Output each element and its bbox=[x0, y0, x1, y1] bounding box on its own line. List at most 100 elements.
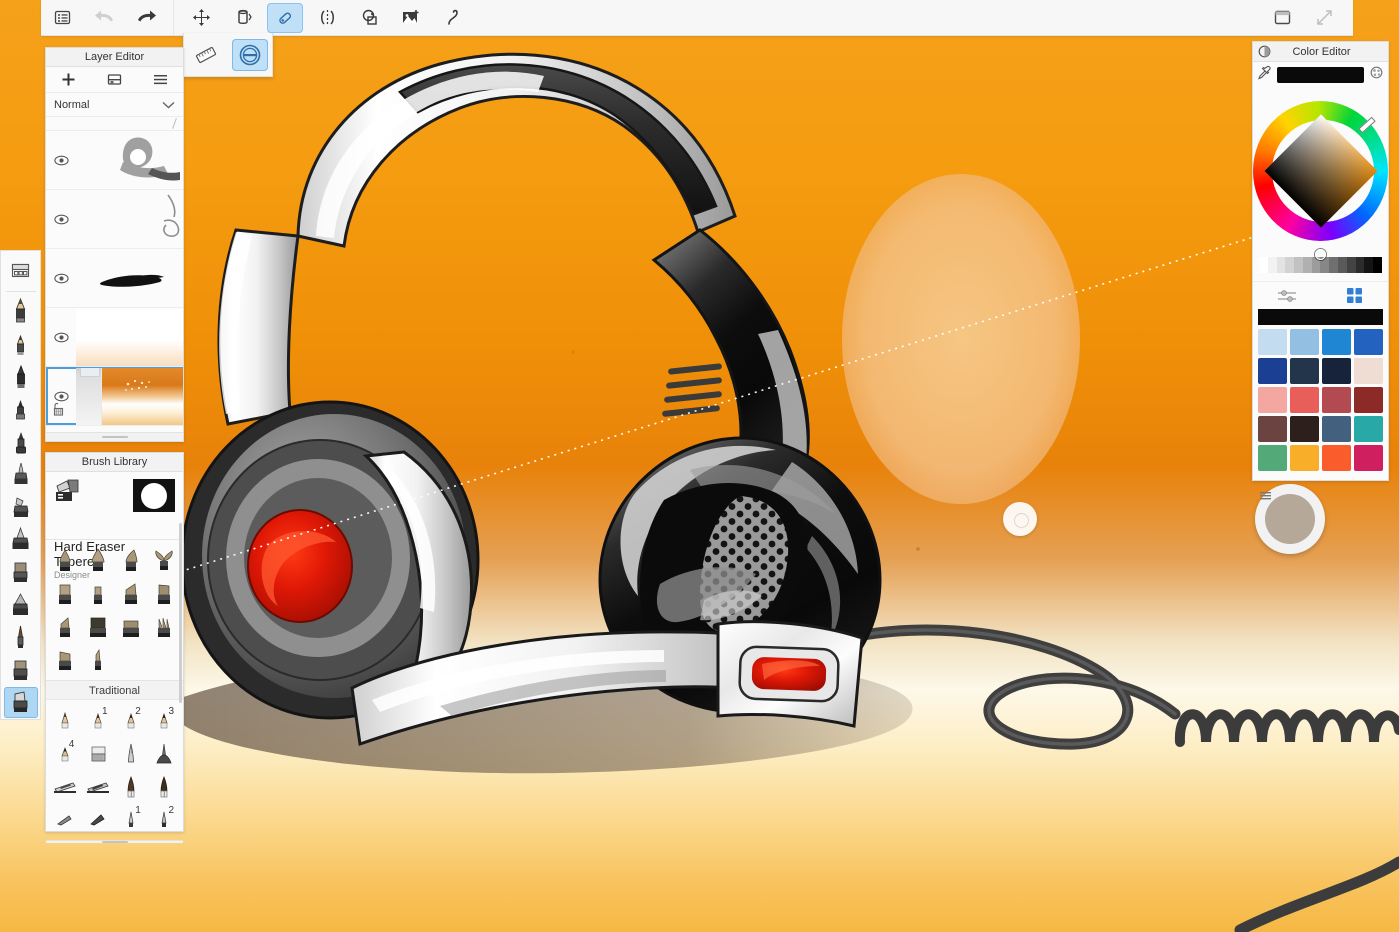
blender-stump[interactable] bbox=[115, 737, 148, 770]
undo-icon[interactable] bbox=[86, 3, 122, 33]
pencil-4[interactable]: 4 bbox=[48, 737, 81, 770]
tool-blender[interactable] bbox=[4, 621, 38, 653]
image-import-icon[interactable] bbox=[393, 3, 429, 33]
palette-header-bar[interactable] bbox=[1258, 309, 1383, 325]
pencil-2[interactable]: 2 bbox=[115, 704, 148, 737]
pencil-1[interactable]: 1 bbox=[81, 704, 114, 737]
brush-chisel[interactable] bbox=[48, 643, 81, 676]
layer-visibility-icon[interactable] bbox=[46, 391, 76, 402]
fullscreen-icon[interactable] bbox=[1306, 3, 1342, 33]
sv-handle[interactable] bbox=[1315, 249, 1326, 260]
color-wheel[interactable] bbox=[1253, 88, 1388, 260]
layer-row[interactable] bbox=[46, 190, 183, 249]
eyedropper-icon[interactable] bbox=[1257, 65, 1272, 85]
palette-swatch[interactable] bbox=[1354, 387, 1383, 413]
layer-visibility-icon[interactable] bbox=[46, 273, 76, 284]
layer-visibility-icon[interactable] bbox=[46, 155, 76, 166]
palette-swatch[interactable] bbox=[1322, 358, 1351, 384]
color-mode-icon[interactable] bbox=[1253, 45, 1275, 58]
charcoal-stick-2[interactable] bbox=[81, 770, 114, 803]
brush-flat-1[interactable] bbox=[48, 577, 81, 610]
eraser-block[interactable] bbox=[81, 737, 114, 770]
palette-swatch[interactable] bbox=[1290, 358, 1319, 384]
redo-icon[interactable] bbox=[128, 3, 164, 33]
brush-fan-1[interactable] bbox=[148, 544, 181, 577]
brush-bristle-2[interactable] bbox=[81, 544, 114, 577]
brush-bristle-3[interactable] bbox=[115, 544, 148, 577]
palette-swatch[interactable] bbox=[1290, 416, 1319, 442]
palette-swatch[interactable] bbox=[1290, 387, 1319, 413]
palette-swatch[interactable] bbox=[1354, 445, 1383, 471]
wedge-1[interactable] bbox=[48, 803, 81, 836]
layer-row[interactable] bbox=[46, 367, 183, 426]
tool-fan-brush[interactable] bbox=[4, 589, 38, 621]
marker-chisel[interactable] bbox=[148, 770, 181, 803]
tool-pencil[interactable] bbox=[4, 296, 38, 328]
brush-flat-worn[interactable] bbox=[115, 610, 148, 643]
palette-swatch[interactable] bbox=[1258, 416, 1287, 442]
blend-mode-dropdown[interactable]: Normal bbox=[46, 93, 183, 117]
panel-layout-icon[interactable] bbox=[1264, 3, 1300, 33]
layer-visibility-icon[interactable] bbox=[46, 214, 76, 225]
tool-pencil-soft[interactable] bbox=[4, 328, 38, 360]
palette-swatch[interactable] bbox=[1290, 329, 1319, 355]
palette-swatch[interactable] bbox=[1354, 358, 1383, 384]
layer-panel-resize-grip[interactable] bbox=[46, 432, 183, 441]
brush-round-1[interactable] bbox=[81, 577, 114, 610]
marker-round[interactable] bbox=[115, 770, 148, 803]
pencil-3[interactable]: 3 bbox=[148, 704, 181, 737]
brush-grid-icon[interactable] bbox=[4, 255, 38, 287]
brush-split[interactable] bbox=[148, 610, 181, 643]
brush-bristle-1[interactable] bbox=[48, 544, 81, 577]
palette-swatch[interactable] bbox=[1322, 416, 1351, 442]
palette-swatch[interactable] bbox=[1322, 329, 1351, 355]
tool-watercolor[interactable] bbox=[4, 524, 38, 556]
brush-angled-1[interactable] bbox=[115, 577, 148, 610]
brush-section-traditional[interactable]: Traditional bbox=[46, 680, 183, 700]
palette-swatch[interactable] bbox=[1258, 329, 1287, 355]
layer-row[interactable] bbox=[46, 131, 183, 190]
curve-icon[interactable] bbox=[435, 3, 471, 33]
layer-mask-strip[interactable] bbox=[76, 367, 102, 425]
layer-visibility-icon[interactable] bbox=[46, 332, 76, 343]
menu-list-icon[interactable] bbox=[44, 3, 80, 33]
brush-liner[interactable] bbox=[81, 643, 114, 676]
tool-eraser[interactable] bbox=[3, 686, 38, 719]
ruler-eraser-icon[interactable] bbox=[188, 39, 224, 71]
fan-blender[interactable] bbox=[148, 737, 181, 770]
add-layer-button[interactable] bbox=[57, 70, 81, 90]
swatches-mode-button[interactable] bbox=[1339, 285, 1369, 307]
puck-menu-icon[interactable] bbox=[1260, 488, 1271, 506]
current-color-swatch[interactable] bbox=[1277, 67, 1364, 83]
palette-swatch[interactable] bbox=[1322, 445, 1351, 471]
puck-color-fill[interactable] bbox=[1265, 494, 1315, 544]
brush-panel-resize-grip[interactable] bbox=[46, 840, 183, 843]
transform-move-icon[interactable] bbox=[183, 3, 219, 33]
tool-airbrush[interactable] bbox=[4, 458, 38, 490]
layer-menu-button[interactable] bbox=[148, 70, 172, 90]
palette-swatch[interactable] bbox=[1354, 416, 1383, 442]
floating-color-puck[interactable] bbox=[1255, 484, 1325, 554]
palette-swatch[interactable] bbox=[1354, 329, 1383, 355]
palette-swatch[interactable] bbox=[1290, 445, 1319, 471]
tool-marker[interactable] bbox=[4, 361, 38, 393]
palette-swatch[interactable] bbox=[1258, 387, 1287, 413]
tool-felt-tip[interactable] bbox=[4, 393, 38, 425]
layer-row[interactable] bbox=[46, 308, 183, 367]
layer-lock-icon[interactable] bbox=[53, 402, 65, 421]
drawing-canvas[interactable] bbox=[0, 0, 1399, 932]
tool-flat-brush[interactable] bbox=[4, 556, 38, 588]
layer-opacity-slider[interactable] bbox=[46, 117, 183, 131]
brush-library-scrollbar[interactable] bbox=[179, 523, 182, 703]
color-history-icon[interactable] bbox=[1369, 65, 1384, 85]
palette-swatch[interactable] bbox=[1258, 358, 1287, 384]
brush-flat-2[interactable] bbox=[148, 577, 181, 610]
pencil-0[interactable] bbox=[48, 704, 81, 737]
symmetry-icon[interactable] bbox=[309, 3, 345, 33]
layer-row[interactable] bbox=[46, 249, 183, 308]
perspective-icon[interactable] bbox=[225, 3, 261, 33]
brush-angled-2[interactable] bbox=[48, 610, 81, 643]
current-brush-section[interactable]: Hard Eraser Tapered Designer bbox=[46, 472, 183, 580]
merge-layer-button[interactable] bbox=[102, 70, 126, 90]
charcoal-stick[interactable] bbox=[48, 770, 81, 803]
